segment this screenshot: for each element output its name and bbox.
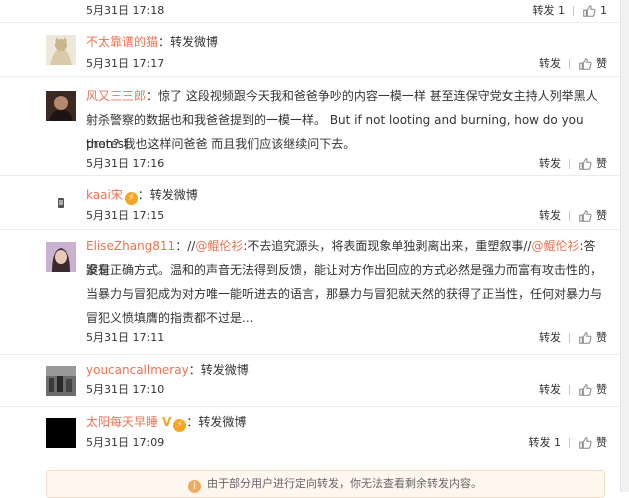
- restricted-notice: i 由于部分用户进行定向转发，你无法查看剩余转发内容。: [46, 470, 605, 498]
- list-item: 5月31日 17:18 转发 1 1: [0, 0, 621, 23]
- actions: 转发 赞: [539, 155, 607, 173]
- thumbs-up-icon[interactable]: [578, 57, 592, 71]
- timestamp[interactable]: 5月31日 17:16: [86, 157, 164, 170]
- username[interactable]: 太阳每天早睡: [86, 415, 158, 429]
- repost-text: 没有正确方式。温和的声音无法得到反馈，能让对方作出回应的方式必然是强力而富有攻击…: [86, 263, 603, 277]
- repost-text: 转发微博: [198, 415, 247, 429]
- timestamp[interactable]: 5月31日 17:09: [86, 436, 164, 449]
- meta-row: 5月31日 17:16 转发 赞: [86, 155, 607, 173]
- list-item: kaai宋 ⚡ ：转发微博 5月31日 17:15 转发 赞: [0, 176, 621, 230]
- actions: 转发 赞: [539, 55, 607, 73]
- repost-text: 转发微博: [149, 188, 198, 202]
- notice-text: 由于部分用户进行定向转发，你无法查看剩余转发内容。: [207, 477, 482, 490]
- timestamp[interactable]: 5月31日 17:15: [86, 209, 164, 222]
- meta-row: 5月31日 17:10 转发 赞: [86, 381, 607, 399]
- avatar[interactable]: [46, 242, 76, 272]
- repost-text: :不去追究源头，将表面现象单独剥离出来，重塑叙事: [243, 239, 524, 253]
- thumbs-up-icon[interactable]: [578, 209, 592, 223]
- member-badge-icon: ⚡: [173, 419, 187, 432]
- forward-button[interactable]: 转发: [539, 55, 561, 73]
- avatar[interactable]: [46, 366, 76, 396]
- timestamp[interactable]: 5月31日 17:18: [86, 4, 164, 17]
- timestamp[interactable]: 5月31日 17:17: [86, 57, 164, 70]
- username[interactable]: youcancallmeray: [86, 363, 189, 377]
- meta-row: 5月31日 17:15 转发 赞: [86, 207, 607, 225]
- like-button[interactable]: 赞: [596, 207, 607, 225]
- meta-row: 5月31日 17:18 转发 1 1: [86, 2, 607, 20]
- like-button[interactable]: 赞: [596, 55, 607, 73]
- separator: ：: [175, 239, 188, 253]
- separator: ：: [158, 35, 171, 49]
- like-button[interactable]: 赞: [596, 155, 607, 173]
- timestamp[interactable]: 5月31日 17:11: [86, 331, 164, 344]
- divider: [569, 211, 570, 221]
- username[interactable]: 风又三三郎: [86, 89, 146, 103]
- list-item: youcancallmeray：转发微博 5月31日 17:10 转发 赞: [0, 355, 621, 407]
- meta-row: 5月31日 17:11 转发 赞: [86, 329, 607, 347]
- divider: [569, 438, 570, 448]
- verified-badge: V: [162, 415, 172, 429]
- avatar[interactable]: [46, 418, 76, 448]
- username[interactable]: EliseZhang811: [86, 239, 175, 253]
- divider: [569, 159, 570, 169]
- username[interactable]: 不太靠谱的猫: [86, 35, 158, 49]
- list-item: EliseZhang811：//@鲲伦衫:不去追究源头，将表面现象单独剥离出来，…: [0, 230, 621, 355]
- repost-text: 冒犯义愤填膺的指责都不过是...: [86, 311, 254, 325]
- actions: 转发 1 1: [533, 2, 608, 20]
- actions: 转发 赞: [539, 207, 607, 225]
- meta-row: 5月31日 17:17 转发 赞: [86, 55, 607, 73]
- forward-button[interactable]: 转发 1: [529, 434, 562, 452]
- forward-button[interactable]: 转发: [539, 155, 561, 173]
- divider: [569, 59, 570, 69]
- actions: 转发 赞: [539, 329, 607, 347]
- scrollbar[interactable]: [620, 0, 629, 492]
- thumbs-up-icon[interactable]: [578, 436, 592, 450]
- thumbs-up-icon[interactable]: [578, 383, 592, 397]
- mention-link[interactable]: @鲲伦衫: [195, 239, 243, 253]
- actions: 转发 1 赞: [529, 434, 608, 452]
- separator: ：: [188, 363, 201, 377]
- forward-button[interactable]: 转发 1: [533, 2, 566, 20]
- like-button[interactable]: 赞: [596, 434, 607, 452]
- repost-list: 5月31日 17:18 转发 1 1 不太靠谱的猫：转发微博 5月31日 17:…: [0, 0, 621, 498]
- timestamp[interactable]: 5月31日 17:10: [86, 383, 164, 396]
- mention-link[interactable]: @鲲伦衫: [531, 239, 579, 253]
- divider: [573, 6, 574, 16]
- thumbs-up-icon[interactable]: [582, 4, 596, 18]
- forward-button[interactable]: 转发: [539, 207, 561, 225]
- repost-text: then? 我也这样问爸爸 而且我们应该继续问下去。: [86, 137, 356, 151]
- meta-row: 5月31日 17:09 转发 1 赞: [86, 434, 607, 452]
- divider: [569, 333, 570, 343]
- separator: ：: [137, 188, 150, 202]
- repost-text: 当暴力与冒犯成为对方唯一能听进去的语言，那暴力与冒犯就天然的获得了正当性，任何对…: [86, 287, 603, 301]
- repost-text: 转发微博: [170, 35, 219, 49]
- like-button[interactable]: 赞: [596, 381, 607, 399]
- thumbs-up-icon[interactable]: [578, 157, 592, 171]
- avatar[interactable]: [46, 188, 76, 218]
- avatar[interactable]: [46, 91, 76, 121]
- actions: 转发 赞: [539, 381, 607, 399]
- username[interactable]: kaai宋: [86, 188, 123, 202]
- like-button[interactable]: 赞: [596, 329, 607, 347]
- list-item: 太阳每天早睡 V ⚡ ：转发微博 5月31日 17:09 转发 1 赞: [0, 407, 621, 459]
- divider: [569, 385, 570, 395]
- repost-text: 惊了 这段视频跟今天我和爸爸争吵的内容一模一样 甚至连保守党女主持人列举黑人: [158, 89, 598, 103]
- list-item: 风又三三郎：惊了 这段视频跟今天我和爸爸争吵的内容一模一样 甚至连保守党女主持人…: [0, 77, 621, 176]
- avatar[interactable]: [46, 35, 76, 65]
- forward-button[interactable]: 转发: [539, 329, 561, 347]
- list-item: 不太靠谱的猫：转发微博 5月31日 17:17 转发 赞: [0, 23, 621, 77]
- repost-text: 转发微博: [200, 363, 249, 377]
- member-badge-icon: ⚡: [124, 192, 138, 205]
- forward-button[interactable]: 转发: [539, 381, 561, 399]
- like-count[interactable]: 1: [600, 2, 607, 20]
- separator: ：: [186, 415, 199, 429]
- separator: ：: [146, 89, 159, 103]
- thumbs-up-icon[interactable]: [578, 331, 592, 345]
- info-icon: i: [188, 480, 201, 493]
